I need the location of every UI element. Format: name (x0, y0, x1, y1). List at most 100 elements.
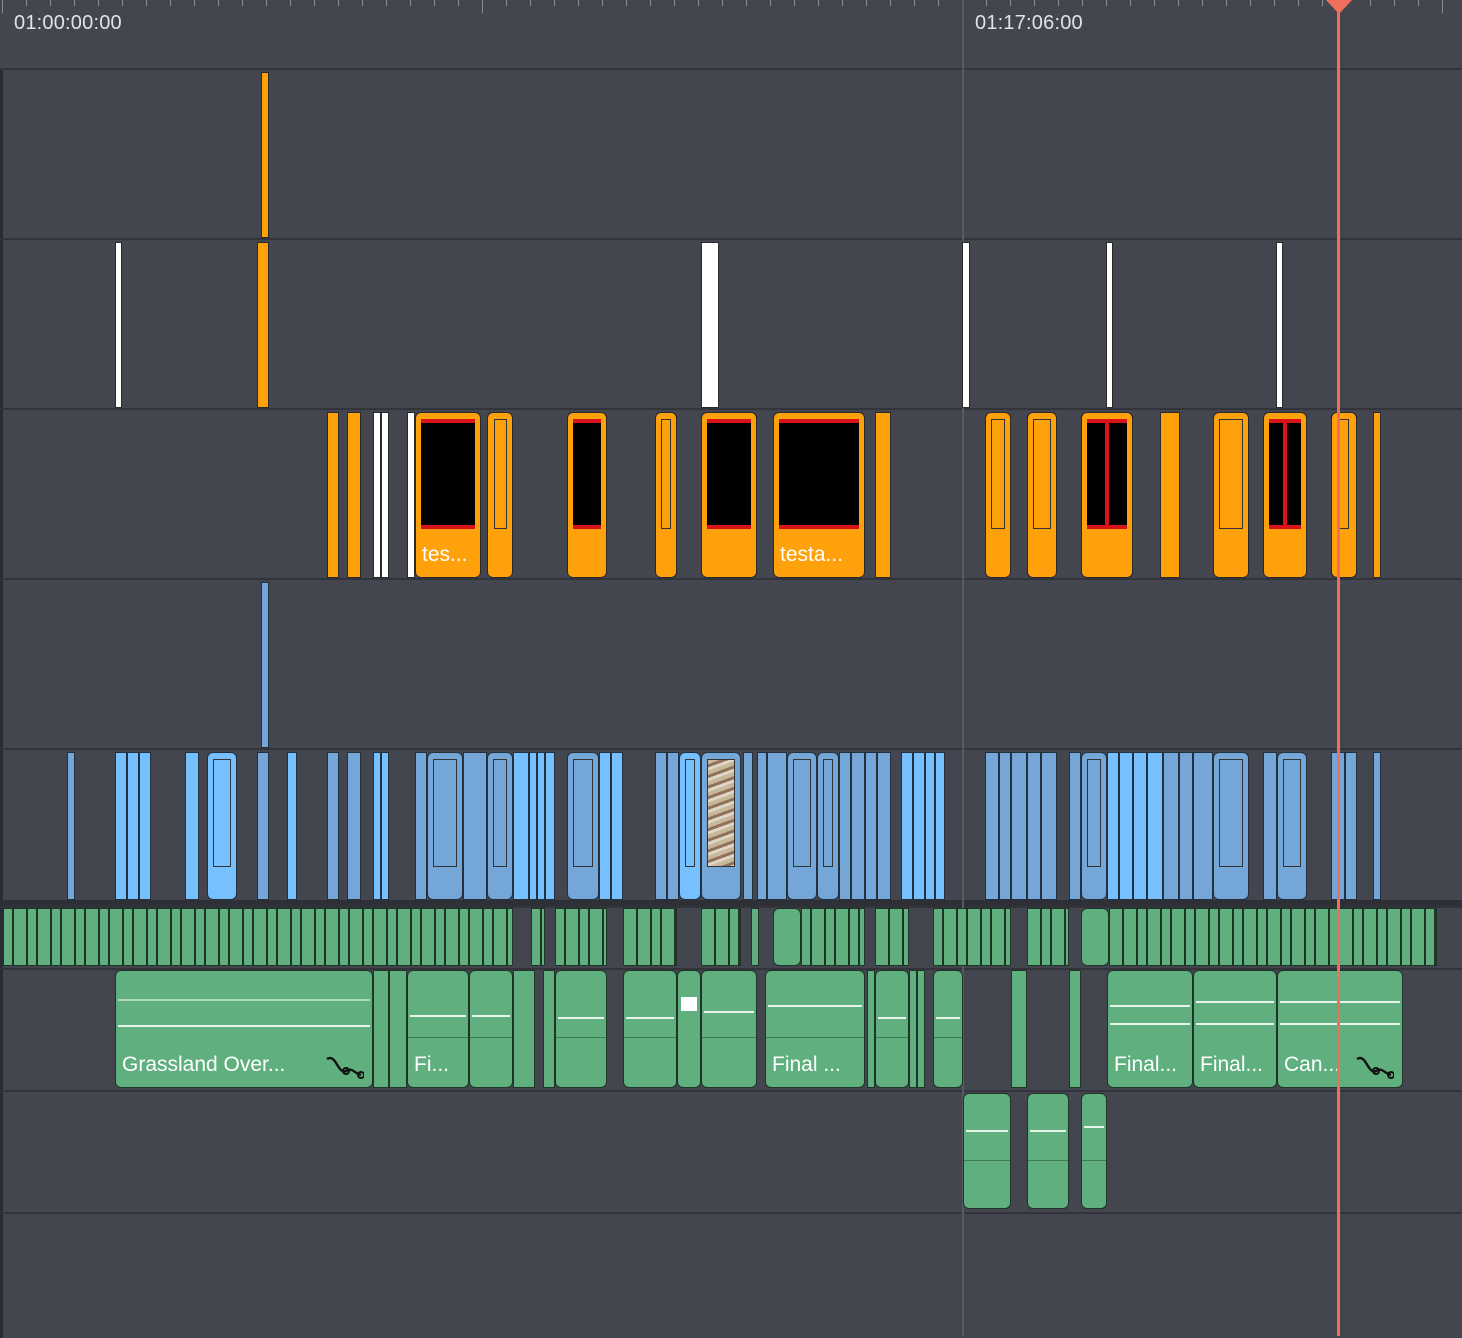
video-clip[interactable] (787, 752, 817, 900)
audio-clip-can[interactable]: Can... (1277, 970, 1403, 1088)
video-clip[interactable] (407, 412, 415, 578)
audio-clip[interactable] (981, 908, 991, 966)
audio-clip[interactable] (1161, 908, 1171, 966)
video-clip-testa[interactable]: testa... (773, 412, 865, 578)
audio-clip[interactable] (13, 908, 27, 966)
audio-clip[interactable] (555, 970, 607, 1088)
audio-clip[interactable] (99, 908, 109, 966)
video-clip[interactable] (415, 752, 427, 900)
audio-clip[interactable] (1363, 908, 1377, 966)
audio-clip[interactable] (1051, 908, 1065, 966)
video-clip[interactable] (1133, 752, 1147, 900)
audio-clip[interactable] (147, 908, 157, 966)
audio-clip-final[interactable]: Final ... (765, 970, 865, 1088)
audio-clip[interactable] (801, 908, 811, 966)
video-clip[interactable] (287, 752, 297, 900)
audio-clip[interactable] (1081, 1093, 1107, 1209)
video-clip[interactable] (925, 752, 935, 900)
video-clip[interactable] (667, 752, 679, 900)
video-clip[interactable] (913, 752, 925, 900)
audio-clip[interactable] (1219, 908, 1233, 966)
audio-clip[interactable] (701, 908, 715, 966)
video-clip[interactable] (127, 752, 139, 900)
audio-clip[interactable] (1257, 908, 1267, 966)
audio-clip-final2[interactable]: Final... (1107, 970, 1193, 1088)
video-clip[interactable] (1107, 752, 1119, 900)
video-clip[interactable] (611, 752, 623, 900)
video-clip[interactable] (985, 412, 1011, 578)
keyframe-curve-icon[interactable] (324, 1053, 364, 1079)
audio-clip[interactable] (661, 908, 675, 966)
video-clip[interactable] (261, 582, 269, 748)
video-clip[interactable] (1106, 242, 1113, 408)
video-clip[interactable] (115, 242, 122, 408)
audio-clip[interactable] (325, 908, 339, 966)
video-clip-tes[interactable]: tes... (415, 412, 481, 578)
audio-clip[interactable] (739, 908, 741, 966)
video-clip[interactable] (1147, 752, 1163, 900)
audio-clip[interactable] (903, 908, 909, 966)
video-clip[interactable] (373, 752, 381, 900)
video-clip[interactable] (115, 752, 127, 900)
audio-clip[interactable] (1353, 908, 1363, 966)
audio-clip[interactable] (541, 908, 545, 966)
audio-clip[interactable] (469, 970, 513, 1088)
audio-clip[interactable] (123, 908, 133, 966)
video-clip[interactable] (463, 752, 487, 900)
audio-clip[interactable] (1435, 908, 1437, 966)
video-clip[interactable] (1081, 412, 1133, 578)
audio-clip[interactable] (543, 970, 555, 1088)
audio-clip[interactable] (435, 908, 445, 966)
audio-clip[interactable] (1065, 908, 1069, 966)
keyframe-curve-icon[interactable] (1354, 1053, 1394, 1079)
audio-clip[interactable] (1425, 908, 1435, 966)
audio-clip[interactable] (889, 908, 903, 966)
video-clip[interactable] (1160, 412, 1180, 578)
audio-clip[interactable] (339, 908, 349, 966)
audio-clip[interactable] (373, 970, 389, 1088)
video-clip[interactable] (347, 752, 361, 900)
audio-clip[interactable] (623, 908, 637, 966)
video-clip[interactable] (962, 242, 970, 408)
audio-clip[interactable] (1377, 908, 1387, 966)
audio-clip[interactable] (963, 1093, 1011, 1209)
audio-clip[interactable] (701, 970, 757, 1088)
audio-clip[interactable] (27, 908, 37, 966)
audio-clip[interactable] (875, 908, 889, 966)
audio-clip[interactable] (363, 908, 373, 966)
audio-clip[interactable] (1011, 970, 1027, 1088)
audio-clip[interactable] (715, 908, 729, 966)
audio-clip-fi[interactable]: Fi... (407, 970, 469, 1088)
audio-clip[interactable] (1281, 908, 1291, 966)
video-clip[interactable] (1263, 752, 1277, 900)
video-clip[interactable] (701, 412, 757, 578)
video-clip[interactable] (381, 752, 389, 900)
video-clip[interactable] (529, 752, 537, 900)
video-clip[interactable] (487, 752, 513, 900)
audio-clip[interactable] (373, 908, 387, 966)
audio-clip[interactable] (1411, 908, 1425, 966)
audio-clip[interactable] (1123, 908, 1137, 966)
audio-clip[interactable] (1233, 908, 1243, 966)
video-clip[interactable] (537, 752, 545, 900)
playhead[interactable] (1337, 0, 1340, 1336)
audio-clip[interactable] (1137, 908, 1147, 966)
audio-clip[interactable] (171, 908, 181, 966)
audio-clip[interactable] (729, 908, 739, 966)
audio-clip[interactable] (811, 908, 825, 966)
audio-clip[interactable] (157, 908, 171, 966)
audio-clip[interactable] (1243, 908, 1257, 966)
audio-clip[interactable] (1401, 908, 1411, 966)
audio-clip[interactable] (1315, 908, 1329, 966)
video-clip[interactable] (985, 752, 999, 900)
audio-clip[interactable] (205, 908, 219, 966)
video-clip[interactable] (1163, 752, 1179, 900)
video-clip[interactable] (1276, 242, 1283, 408)
video-clip[interactable] (901, 752, 913, 900)
video-clip[interactable] (1011, 752, 1027, 900)
audio-clip[interactable] (109, 908, 123, 966)
video-clip[interactable] (1263, 412, 1307, 578)
audio-clip[interactable] (1171, 908, 1185, 966)
video-clip[interactable] (567, 412, 607, 578)
track-v3[interactable] (0, 578, 1462, 750)
